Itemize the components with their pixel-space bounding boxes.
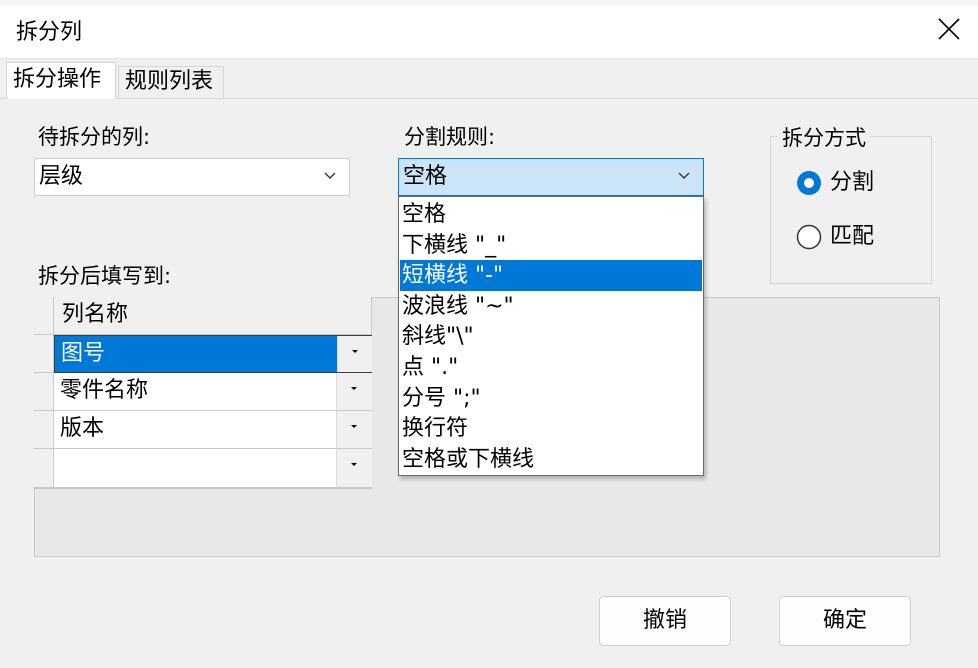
split-rule-select[interactable]: 空格 <box>398 158 704 196</box>
split-rule-option[interactable]: 斜线"\" <box>400 321 702 352</box>
row-header[interactable] <box>34 335 54 373</box>
table-row[interactable]: 图号 <box>54 335 372 373</box>
source-column-select[interactable]: 层级 <box>34 158 350 196</box>
cell-value: 零件名称 <box>60 378 149 403</box>
dropdown-arrow-icon <box>351 463 357 466</box>
radio-unchecked-icon <box>796 224 822 250</box>
split-mode-group <box>770 136 932 284</box>
split-rule-option[interactable]: 下横线 "_" <box>400 230 702 261</box>
cell-dropdown-button[interactable] <box>337 336 372 372</box>
radio-match-label: 匹配 <box>830 224 875 249</box>
target-grid: 列名称 图号 零件名称 版本 <box>34 297 372 489</box>
split-rule-option[interactable]: 波浪线 "~" <box>400 291 702 322</box>
radio-checked-icon <box>797 171 821 195</box>
cell-value: 版本 <box>60 416 105 441</box>
tab-rule-list[interactable]: 规则列表 <box>118 66 224 98</box>
cell-value: 图号 <box>61 341 106 366</box>
radio-split-label: 分割 <box>830 170 875 195</box>
dropdown-arrow-icon <box>351 387 357 390</box>
split-mode-title: 拆分方式 <box>778 122 870 152</box>
title-bar: 拆分列 <box>0 0 978 59</box>
row-header[interactable] <box>34 449 54 488</box>
cell-dropdown-button[interactable] <box>336 373 372 410</box>
split-rule-option[interactable]: 空格或下横线 <box>400 444 702 475</box>
table-row[interactable]: 版本 <box>54 411 372 449</box>
window-title: 拆分列 <box>16 20 83 45</box>
ok-button[interactable]: 确定 <box>779 596 911 646</box>
split-rule-option[interactable]: 分号 ";" <box>400 383 702 414</box>
table-row[interactable] <box>54 449 372 488</box>
dropdown-arrow-icon <box>351 425 357 428</box>
close-icon <box>938 18 960 40</box>
split-rule-option[interactable]: 换行符 <box>400 413 702 444</box>
row-header[interactable] <box>34 411 54 449</box>
source-column-label: 待拆分的列: <box>38 125 151 149</box>
split-rule-dropdown-list: 空格 下横线 "_" 短横线 "-" 波浪线 "~" 斜线"\" 点 "." 分… <box>398 196 704 476</box>
chevron-down-icon <box>324 172 336 179</box>
chevron-down-icon <box>678 172 690 179</box>
tab-split-operation[interactable]: 拆分操作 <box>6 62 116 99</box>
split-rule-value: 空格 <box>403 164 448 189</box>
title-bar-strip <box>0 0 978 6</box>
split-rule-option[interactable]: 空格 <box>400 199 702 230</box>
split-rule-option[interactable]: 点 "." <box>400 352 702 383</box>
split-rule-option-highlighted[interactable]: 短横线 "-" <box>400 260 702 291</box>
cell-dropdown-button[interactable] <box>336 411 372 448</box>
table-row[interactable]: 零件名称 <box>54 373 372 411</box>
column-header: 列名称 <box>54 297 372 335</box>
close-button[interactable] <box>918 0 978 58</box>
dropdown-arrow-icon <box>352 350 358 353</box>
cell-dropdown-button[interactable] <box>336 449 372 487</box>
split-rule-label: 分割规则: <box>404 125 496 149</box>
target-label: 拆分后填写到: <box>38 264 172 288</box>
grid-corner <box>34 297 54 335</box>
row-header[interactable] <box>34 373 54 411</box>
cancel-button[interactable]: 撤销 <box>599 596 731 646</box>
source-column-value: 层级 <box>39 164 84 189</box>
